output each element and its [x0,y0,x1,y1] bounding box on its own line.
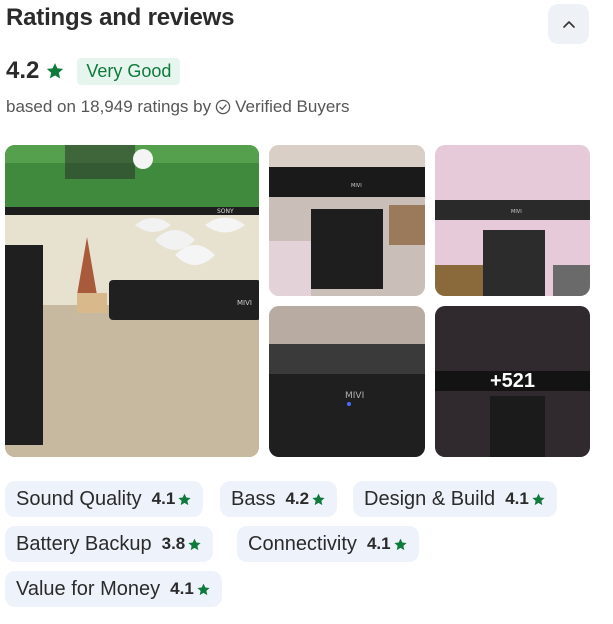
review-photo-4[interactable]: MIVI [269,306,425,457]
rating-badge: Very Good [77,57,181,85]
photo-2-brand-text: MIVI [351,183,362,189]
verified-check-icon [215,99,231,115]
review-photo-1[interactable]: SONY MIVI [5,145,259,457]
collapse-button[interactable] [548,4,589,44]
star-icon [531,492,546,507]
chevron-up-icon [562,21,575,28]
aspect-label: Bass [231,487,276,510]
aspect-label: Value for Money [16,577,161,600]
star-icon [393,537,408,552]
aspect-chip-sound-quality[interactable]: Sound Quality 4.1 [5,481,204,517]
aspect-chip-design-build[interactable]: Design & Build 4.1 [353,481,557,517]
star-icon [45,61,65,81]
photo-3-brand-text: MIVI [511,209,522,215]
based-on-label: based on 18,949 ratings by [6,97,212,116]
tv-brand-text: SONY [217,208,234,215]
review-photo-3[interactable]: MIVI [435,145,590,296]
aspect-chip-connectivity[interactable]: Connectivity 4.1 [237,526,419,562]
aspect-label: Sound Quality [16,487,142,510]
aspect-score: 4.1 [151,489,176,508]
aspect-score: 4.1 [366,534,391,553]
star-icon [196,582,211,597]
overall-rating: 4.2 Very Good [6,56,181,86]
soundbar-brand-text: MIVI [237,299,252,307]
aspect-chip-bass[interactable]: Bass 4.2 [220,481,338,517]
verified-buyers-label: Verified Buyers [235,97,350,116]
aspect-chip-battery-backup[interactable]: Battery Backup 3.8 [5,526,214,562]
star-icon [311,492,326,507]
more-photos-count: +521 [489,370,536,392]
aspect-label: Connectivity [248,532,357,555]
aspect-chip-value-for-money[interactable]: Value for Money 4.1 [5,571,222,607]
aspect-label: Design & Build [364,487,496,510]
aspect-score: 4.1 [170,579,194,598]
aspect-label: Battery Backup [16,532,152,555]
aspect-score: 4.1 [505,489,529,508]
ratings-count-text: based on 18,949 ratings by Verified Buye… [6,97,349,117]
review-photo-more[interactable]: +521 [435,306,590,457]
star-icon [187,537,202,552]
aspect-score: 4.2 [285,489,310,508]
star-icon [177,492,192,507]
aspect-score: 3.8 [161,534,186,553]
section-title: Ratings and reviews [6,4,235,31]
photo-4-brand-text: MIVI [345,391,364,401]
rating-value: 4.2 [6,57,40,84]
review-photo-2[interactable]: MIVI [269,145,425,296]
